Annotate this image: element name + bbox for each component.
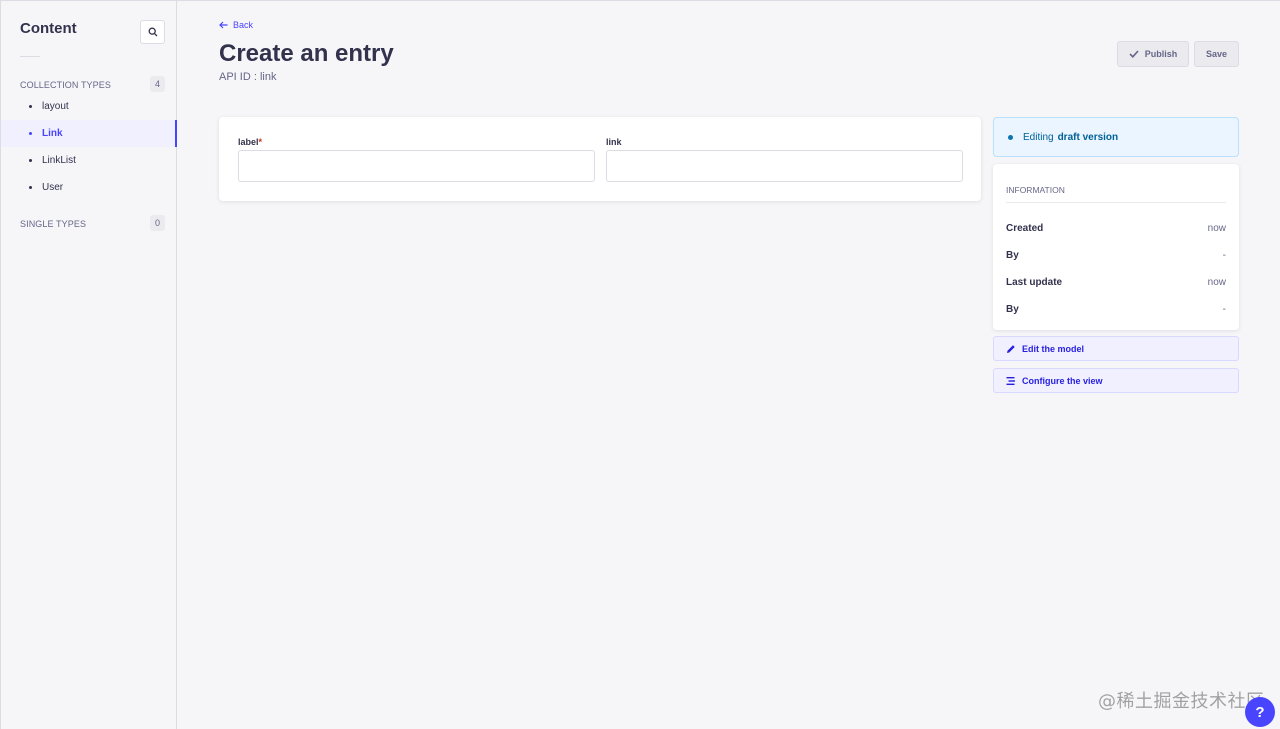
single-types-count: 0 [150,215,165,231]
info-value: now [1207,223,1226,234]
label-field-label-text: label [238,137,259,147]
information-divider [1006,202,1226,203]
bullet-icon [29,186,32,189]
save-label: Save [1205,49,1228,59]
list-settings-icon [1006,376,1015,385]
back-link[interactable]: Back [219,20,253,30]
status-strong: draft version [1057,131,1119,143]
edit-model-button[interactable]: Edit the model [993,336,1239,361]
info-row-last-update: Last update now [1006,277,1226,288]
sidebar-divider [20,56,40,57]
link-field-label: link [606,137,622,147]
sidebar-item-label: Link [42,128,63,139]
status-prefix: Editing [1023,131,1054,143]
sidebar-item-linklist[interactable]: LinkList [1,147,177,174]
bullet-icon [29,132,32,135]
back-label: Back [233,20,254,30]
required-marker: * [258,137,263,147]
info-key: Last update [1006,277,1063,288]
watermark: @稀土掘金技术社区 [1098,691,1265,712]
bullet-icon [29,159,32,162]
content-sidebar: Content COLLECTION TYPES 4 layout Link L… [1,1,177,729]
single-types-heading: SINGLE TYPES [20,219,87,229]
link-input[interactable] [606,150,963,182]
info-value: - [1222,250,1226,261]
pencil-icon [1007,344,1015,353]
publish-button[interactable]: Publish [1117,41,1189,67]
sidebar-item-user[interactable]: User [1,174,177,201]
status-dot-icon [1008,134,1013,140]
info-row-created: Created now [1006,223,1226,234]
page-title: Create an entry [219,40,394,67]
information-title: INFORMATION [1006,185,1065,195]
information-card: INFORMATION Created now By - Last update… [993,164,1239,330]
configure-view-label: Configure the view [1022,375,1103,386]
info-row-created-by: By - [1006,250,1226,261]
info-value: now [1207,277,1226,288]
label-input[interactable] [238,150,595,182]
bullet-icon [29,105,32,108]
collection-types-count: 4 [150,76,165,92]
collection-types-heading: COLLECTION TYPES [20,80,111,90]
info-key: By [1006,304,1019,315]
sidebar-item-label: layout [42,101,69,112]
check-icon [1129,50,1139,58]
configure-view-button[interactable]: Configure the view [993,368,1239,393]
sidebar-item-label: LinkList [42,155,76,166]
sidebar-item-layout[interactable]: layout [1,93,177,120]
sidebar-search-button[interactable] [140,20,165,44]
publish-label: Publish [1144,49,1178,59]
info-key: Created [1006,223,1044,234]
search-icon [148,27,157,37]
arrow-left-icon [219,21,228,29]
info-value: - [1222,304,1226,315]
label-field-label: label* [238,137,262,147]
draft-status-banner: Editing draft version [993,117,1239,157]
sidebar-title: Content [20,20,77,37]
sidebar-item-link[interactable]: Link [1,120,177,147]
entry-form-card: label* link [219,117,981,201]
info-row-updated-by: By - [1006,304,1226,315]
info-key: By [1006,250,1019,261]
sidebar-item-label: User [42,182,64,193]
save-button[interactable]: Save [1194,41,1239,67]
api-id: API ID : link [219,71,277,83]
edit-model-label: Edit the model [1022,343,1085,354]
help-button[interactable]: ? [1245,697,1275,727]
